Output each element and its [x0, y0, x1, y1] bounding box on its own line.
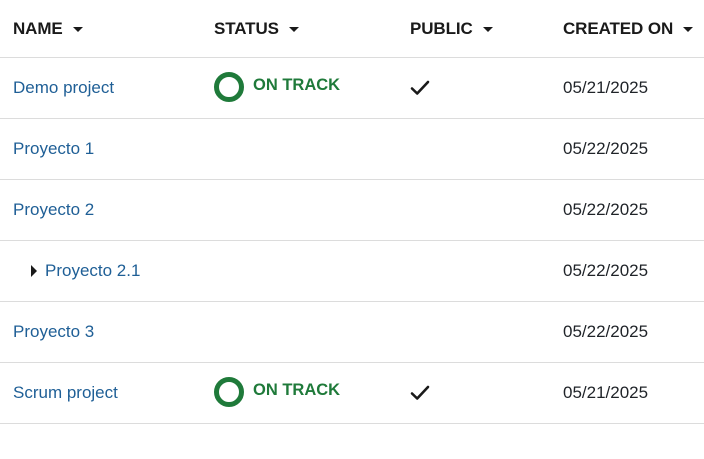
name-cell: Demo project: [13, 58, 203, 118]
created-on-date: 05/22/2025: [563, 261, 649, 280]
status-ring-icon: [214, 72, 244, 102]
created-on-cell: 05/21/2025: [563, 363, 703, 423]
sort-caret-icon[interactable]: [72, 27, 83, 32]
created-on-cell: 05/22/2025: [563, 302, 703, 362]
created-on-cell: 05/22/2025: [563, 180, 703, 240]
status-column-header[interactable]: STATUS: [214, 0, 404, 57]
project-link[interactable]: Scrum project: [13, 383, 118, 403]
created-on-date: 05/21/2025: [563, 78, 649, 97]
checkmark-icon: [410, 385, 430, 400]
name-cell: Proyecto 1: [13, 119, 203, 179]
table-row: Proyecto 1 05/22/2025: [0, 119, 704, 180]
status-cell: [214, 119, 404, 179]
checkmark-icon: [410, 80, 430, 95]
created-on-date: 05/22/2025: [563, 322, 649, 341]
name-cell: Proyecto 3: [13, 302, 203, 362]
status-cell: [214, 180, 404, 240]
projects-table: NAME STATUS PUBLIC CREATED ON Demo proje…: [0, 0, 704, 424]
created-on-cell: 05/22/2025: [563, 241, 703, 301]
table-header-row: NAME STATUS PUBLIC CREATED ON: [0, 0, 704, 58]
status-header-label[interactable]: STATUS: [214, 19, 279, 39]
public-cell: [410, 363, 560, 423]
project-link[interactable]: Proyecto 2.1: [45, 261, 140, 281]
name-cell: Proyecto 2: [13, 180, 203, 240]
table-row: Scrum project ON TRACK 05/21/2025: [0, 363, 704, 424]
created-on-date: 05/22/2025: [563, 200, 649, 219]
project-link[interactable]: Proyecto 1: [13, 139, 94, 159]
project-link[interactable]: Proyecto 2: [13, 200, 94, 220]
sort-caret-icon[interactable]: [683, 27, 694, 32]
created-on-header-label[interactable]: CREATED ON: [563, 19, 673, 39]
status-ring-icon: [214, 377, 244, 407]
name-column-header[interactable]: NAME: [13, 0, 203, 57]
table-row: Proyecto 2 05/22/2025: [0, 180, 704, 241]
created-on-date: 05/22/2025: [563, 139, 649, 158]
public-header-label[interactable]: PUBLIC: [410, 19, 473, 39]
public-cell: [410, 302, 560, 362]
status-cell: ON TRACK: [214, 58, 404, 118]
name-cell: Proyecto 2.1: [13, 241, 203, 301]
sort-caret-icon[interactable]: [482, 27, 493, 32]
sort-caret-icon[interactable]: [288, 27, 299, 32]
created-on-column-header[interactable]: CREATED ON: [563, 0, 703, 57]
status-cell: [214, 302, 404, 362]
name-cell: Scrum project: [13, 363, 203, 423]
status-indicator: ON TRACK: [214, 72, 340, 102]
created-on-cell: 05/21/2025: [563, 58, 703, 118]
public-cell: [410, 119, 560, 179]
status-label: ON TRACK: [253, 75, 341, 94]
status-label: ON TRACK: [253, 380, 341, 399]
public-cell: [410, 241, 560, 301]
table-row: Proyecto 3 05/22/2025: [0, 302, 704, 363]
created-on-date: 05/21/2025: [563, 383, 649, 402]
project-link[interactable]: Demo project: [13, 78, 114, 98]
status-cell: ON TRACK: [214, 363, 404, 423]
expand-triangle-icon[interactable]: [31, 265, 37, 277]
table-row: Demo project ON TRACK 05/21/2025: [0, 58, 704, 119]
status-indicator: ON TRACK: [214, 377, 340, 407]
project-link[interactable]: Proyecto 3: [13, 322, 94, 342]
name-header-label[interactable]: NAME: [13, 19, 63, 39]
table-row: Proyecto 2.1 05/22/2025: [0, 241, 704, 302]
public-column-header[interactable]: PUBLIC: [410, 0, 560, 57]
status-cell: [214, 241, 404, 301]
public-cell: [410, 180, 560, 240]
created-on-cell: 05/22/2025: [563, 119, 703, 179]
public-cell: [410, 58, 560, 118]
